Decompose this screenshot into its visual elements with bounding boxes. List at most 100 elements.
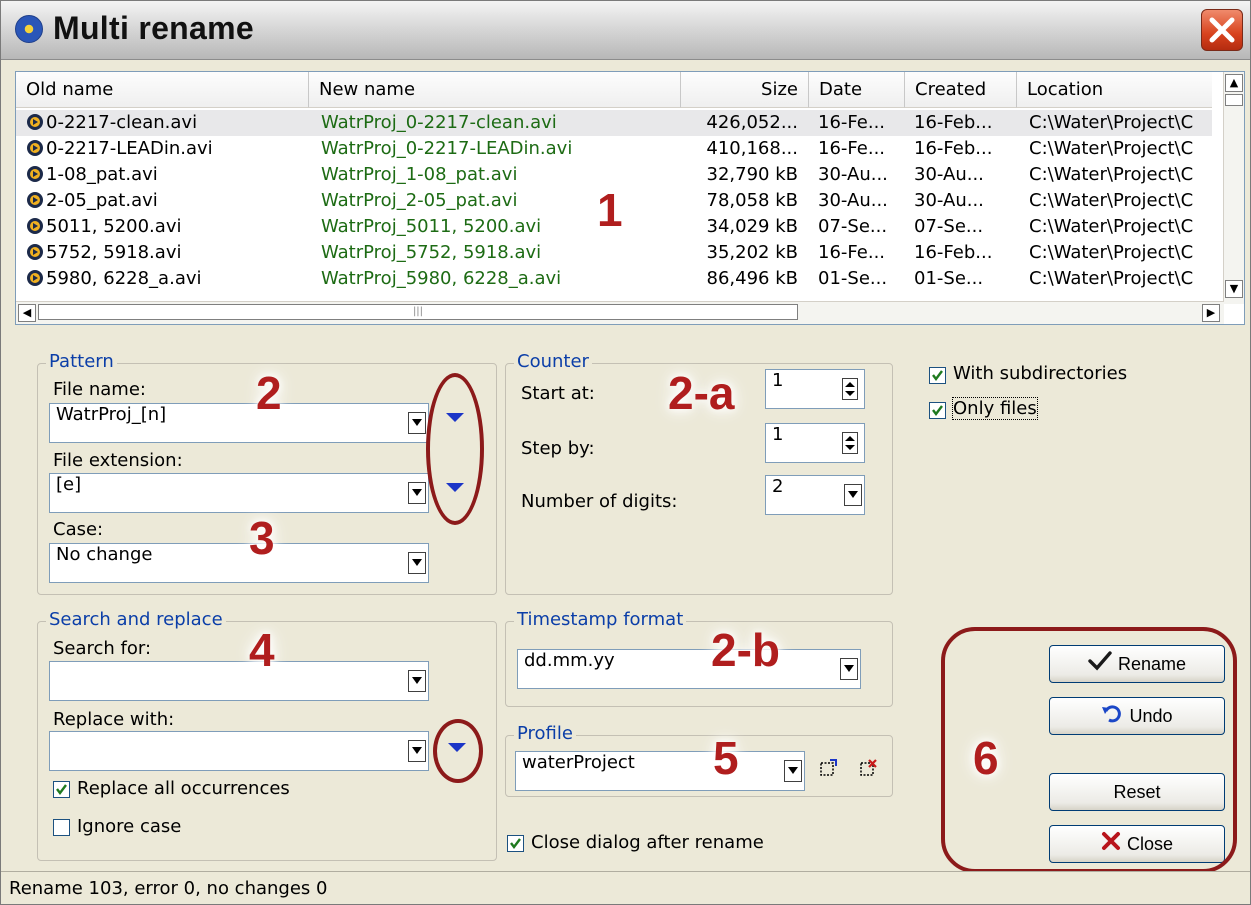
annotation-2b: 2-b bbox=[711, 624, 780, 676]
horizontal-scrollbar[interactable]: ◀ ||| ▶ bbox=[16, 301, 1224, 324]
chevron-down-icon[interactable] bbox=[408, 482, 426, 504]
cell-size: 410,168... bbox=[706, 138, 798, 159]
close-icon bbox=[1209, 17, 1235, 43]
cell-old: 0-2217-LEADin.avi bbox=[46, 138, 213, 159]
step-by-spinner[interactable]: 1 bbox=[765, 423, 865, 463]
case-combo[interactable]: No change bbox=[49, 543, 429, 583]
window-title: Multi rename bbox=[53, 10, 254, 46]
cell-created: 30-Au... bbox=[914, 190, 984, 211]
cell-old: 5980, 6228_a.avi bbox=[46, 268, 202, 289]
column-header-created[interactable]: Created bbox=[905, 72, 1017, 108]
cell-date: 16-Fe... bbox=[818, 242, 886, 263]
cell-created: 16-Feb... bbox=[914, 138, 993, 159]
scroll-down-button[interactable]: ▼ bbox=[1225, 280, 1243, 298]
table-row[interactable]: 0-2217-clean.avi WatrProj_0-2217-clean.av… bbox=[16, 110, 1212, 136]
video-file-icon bbox=[27, 140, 43, 156]
search-replace-legend: Search and replace bbox=[46, 609, 226, 630]
close-after-rename-label[interactable]: Close dialog after rename bbox=[531, 832, 764, 853]
cell-date: 07-Se... bbox=[818, 216, 888, 237]
pattern-legend: Pattern bbox=[46, 351, 117, 372]
chevron-down-icon[interactable] bbox=[840, 658, 858, 680]
video-file-icon bbox=[27, 270, 43, 286]
cell-location: C:\Water\Project\C bbox=[1029, 268, 1194, 289]
video-file-icon bbox=[27, 244, 43, 260]
table-row[interactable]: 0-2217-LEADin.avi WatrProj_0-2217-LEADin.… bbox=[16, 136, 1212, 162]
chevron-down-icon[interactable] bbox=[408, 552, 426, 574]
annotation-ring bbox=[426, 373, 484, 525]
cell-size: 78,058 kB bbox=[706, 190, 798, 211]
cell-location: C:\Water\Project\C bbox=[1029, 138, 1194, 159]
cell-location: C:\Water\Project\C bbox=[1029, 164, 1194, 185]
number-of-digits-value: 2 bbox=[772, 476, 784, 497]
number-of-digits-label: Number of digits: bbox=[521, 491, 678, 512]
table-row[interactable]: 5980, 6228_a.avi WatrProj_5980, 6228_a.av… bbox=[16, 266, 1212, 292]
only-files-checkbox[interactable] bbox=[929, 402, 946, 419]
table-row[interactable]: 5752, 5918.avi WatrProj_5752, 5918.avi 35,… bbox=[16, 240, 1212, 266]
annotation-2: 2 bbox=[256, 367, 282, 419]
multi-rename-dialog: Multi rename Old name New name Size Date… bbox=[0, 0, 1251, 905]
cell-date: 30-Au... bbox=[818, 190, 888, 211]
column-header-location[interactable]: Location bbox=[1017, 72, 1212, 108]
replace-all-label[interactable]: Replace all occurrences bbox=[77, 778, 290, 799]
replace-with-combo[interactable] bbox=[49, 731, 429, 771]
file-name-combo[interactable]: WatrProj_[n] bbox=[49, 403, 429, 443]
column-header-date[interactable]: Date bbox=[809, 72, 905, 108]
ignore-case-checkbox[interactable] bbox=[53, 819, 70, 836]
replace-all-checkbox[interactable] bbox=[53, 781, 70, 798]
only-files-label[interactable]: Only files bbox=[952, 397, 1038, 420]
scroll-right-button[interactable]: ▶ bbox=[1202, 304, 1220, 322]
delete-profile-icon[interactable] bbox=[859, 759, 877, 777]
cell-new: WatrProj_0-2217-LEADin.avi bbox=[321, 138, 573, 159]
scroll-thumb[interactable] bbox=[1225, 94, 1243, 106]
save-profile-icon[interactable] bbox=[819, 759, 837, 777]
cell-old: 5011, 5200.avi bbox=[46, 216, 182, 237]
with-subdirectories-checkbox[interactable] bbox=[929, 367, 946, 384]
close-after-rename-checkbox[interactable] bbox=[507, 835, 524, 852]
spin-arrows-icon[interactable] bbox=[842, 378, 858, 400]
chevron-down-icon[interactable] bbox=[408, 740, 426, 762]
chevron-down-icon[interactable] bbox=[408, 670, 426, 692]
case-label: Case: bbox=[53, 519, 104, 540]
timestamp-format-combo[interactable]: dd.mm.yy bbox=[517, 649, 861, 689]
annotation-6: 6 bbox=[973, 732, 999, 784]
file-extension-combo[interactable]: [e] bbox=[49, 473, 429, 513]
profile-combo[interactable]: waterProject bbox=[515, 751, 805, 791]
cell-date: 16-Fe... bbox=[818, 138, 886, 159]
number-of-digits-combo[interactable]: 2 bbox=[765, 475, 865, 515]
cell-size: 32,790 kB bbox=[706, 164, 798, 185]
scroll-left-button[interactable]: ◀ bbox=[18, 304, 36, 322]
chevron-down-icon[interactable] bbox=[844, 484, 862, 506]
file-extension-label: File extension: bbox=[53, 450, 183, 471]
search-for-label: Search for: bbox=[53, 638, 152, 659]
column-header-old-name[interactable]: Old name bbox=[16, 72, 309, 108]
file-list[interactable]: Old name New name Size Date Created Loca… bbox=[15, 71, 1245, 325]
chevron-down-icon[interactable] bbox=[408, 412, 426, 434]
window-close-button[interactable] bbox=[1201, 9, 1243, 51]
with-subdirectories-label[interactable]: With subdirectories bbox=[953, 363, 1127, 384]
app-icon bbox=[15, 15, 43, 43]
file-extension-value: [e] bbox=[56, 474, 82, 495]
search-for-combo[interactable] bbox=[49, 661, 429, 701]
video-file-icon bbox=[27, 192, 43, 208]
annotation-4: 4 bbox=[249, 624, 275, 676]
profile-legend: Profile bbox=[514, 723, 576, 744]
title-bar[interactable]: Multi rename bbox=[1, 1, 1250, 60]
cell-created: 16-Feb... bbox=[914, 242, 993, 263]
file-name-value: WatrProj_[n] bbox=[56, 404, 167, 425]
vertical-scrollbar[interactable]: ▲ ▼ bbox=[1223, 72, 1244, 304]
scroll-up-button[interactable]: ▲ bbox=[1225, 74, 1243, 92]
checkmark-icon bbox=[56, 784, 67, 795]
horizontal-scroll-thumb[interactable]: ||| bbox=[38, 304, 798, 320]
checkmark-icon bbox=[932, 370, 943, 381]
annotation-5: 5 bbox=[713, 732, 739, 784]
start-at-spinner[interactable]: 1 bbox=[765, 369, 865, 409]
annotation-ring bbox=[433, 719, 483, 783]
step-by-value: 1 bbox=[772, 424, 784, 445]
file-name-label: File name: bbox=[53, 379, 146, 400]
column-header-size[interactable]: Size bbox=[681, 72, 809, 108]
column-header-new-name[interactable]: New name bbox=[309, 72, 681, 108]
chevron-down-icon[interactable] bbox=[784, 760, 802, 782]
ignore-case-label[interactable]: Ignore case bbox=[77, 816, 181, 837]
spin-arrows-icon[interactable] bbox=[842, 432, 858, 454]
cell-date: 30-Au... bbox=[818, 164, 888, 185]
